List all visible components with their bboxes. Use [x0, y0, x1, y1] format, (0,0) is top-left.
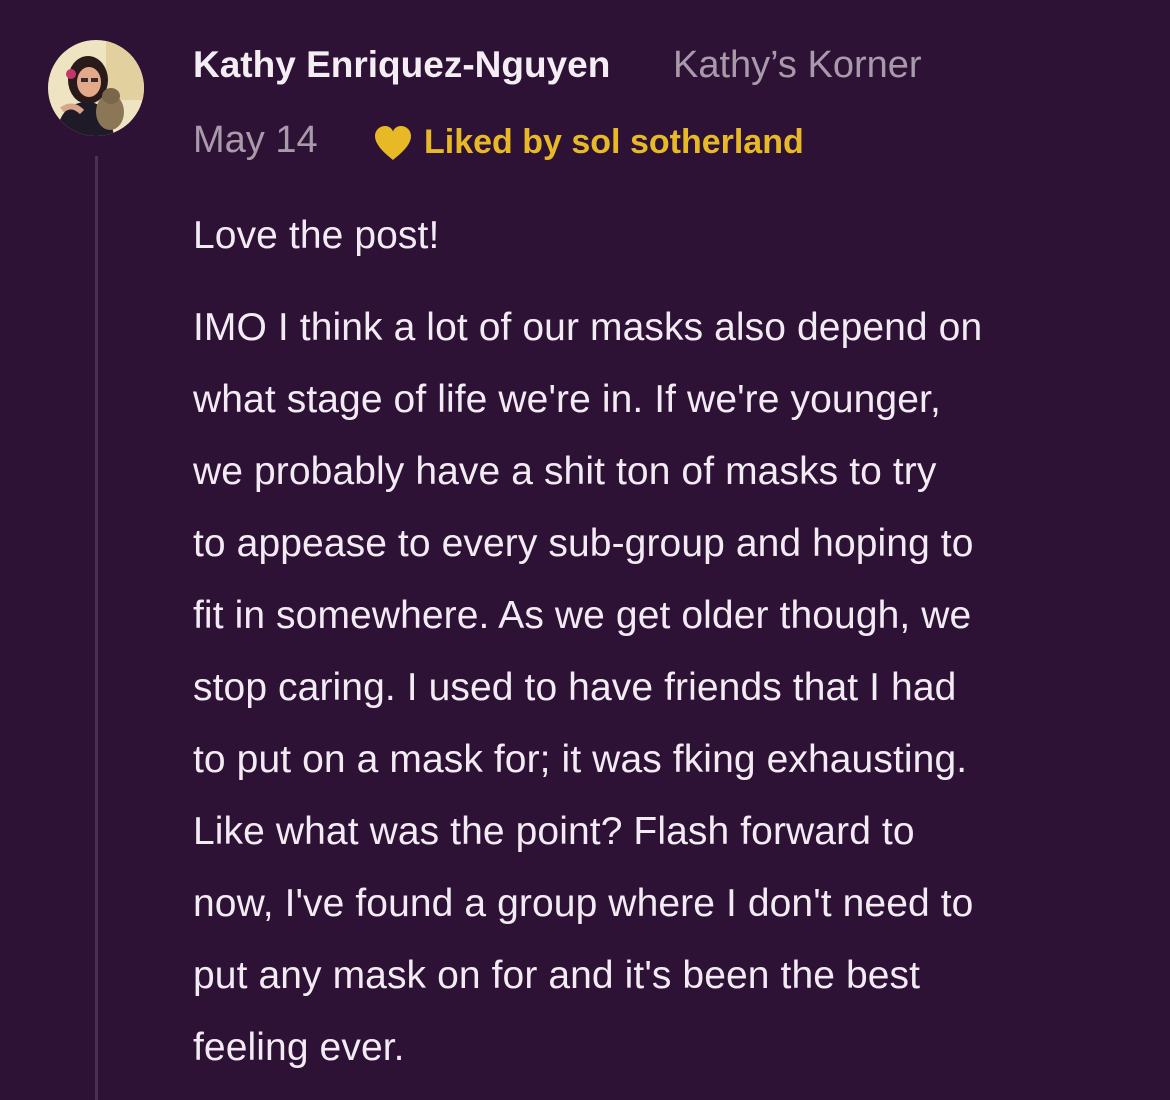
comment-line: what stage of life we're in. If we're yo… [193, 378, 941, 421]
comment-line: put any mask on for and it's been the be… [193, 954, 921, 997]
thread-line [95, 156, 98, 1100]
comment-line: now, I've found a group where I don't ne… [193, 882, 974, 925]
comment-line: stop caring. I used to have friends that… [193, 666, 957, 709]
comment-line: to appease to every sub-group and hoping… [193, 522, 974, 565]
publication-name[interactable]: Kathy’s Korner [673, 44, 922, 87]
comment-paragraph: IMO I think a lot of our masks also depe… [193, 292, 1153, 1084]
liked-by-badge: Liked by sol sotherland [373, 123, 804, 162]
comment-line: fit in somewhere. As we get older though… [193, 594, 972, 637]
comment-body: Love the post! IMO I think a lot of our … [193, 200, 1153, 1084]
author-name[interactable]: Kathy Enriquez-Nguyen [193, 44, 610, 86]
comment-line: IMO I think a lot of our masks also depe… [193, 306, 983, 349]
comment-line: we probably have a shit ton of masks to … [193, 450, 937, 493]
avatar[interactable] [48, 40, 144, 136]
heart-icon [375, 125, 411, 160]
comment-line: feeling ever. [193, 1026, 405, 1069]
comment-date[interactable]: May 14 [193, 119, 318, 162]
liked-by-text: Liked by sol sotherland [424, 123, 804, 161]
comment-line: Love the post! [193, 214, 440, 257]
comment-paragraph: Love the post! [193, 200, 1153, 272]
avatar-image [48, 40, 144, 136]
comment-line: Like what was the point? Flash forward t… [193, 810, 915, 853]
comment-line: to put on a mask for; it was fking exhau… [193, 738, 968, 781]
